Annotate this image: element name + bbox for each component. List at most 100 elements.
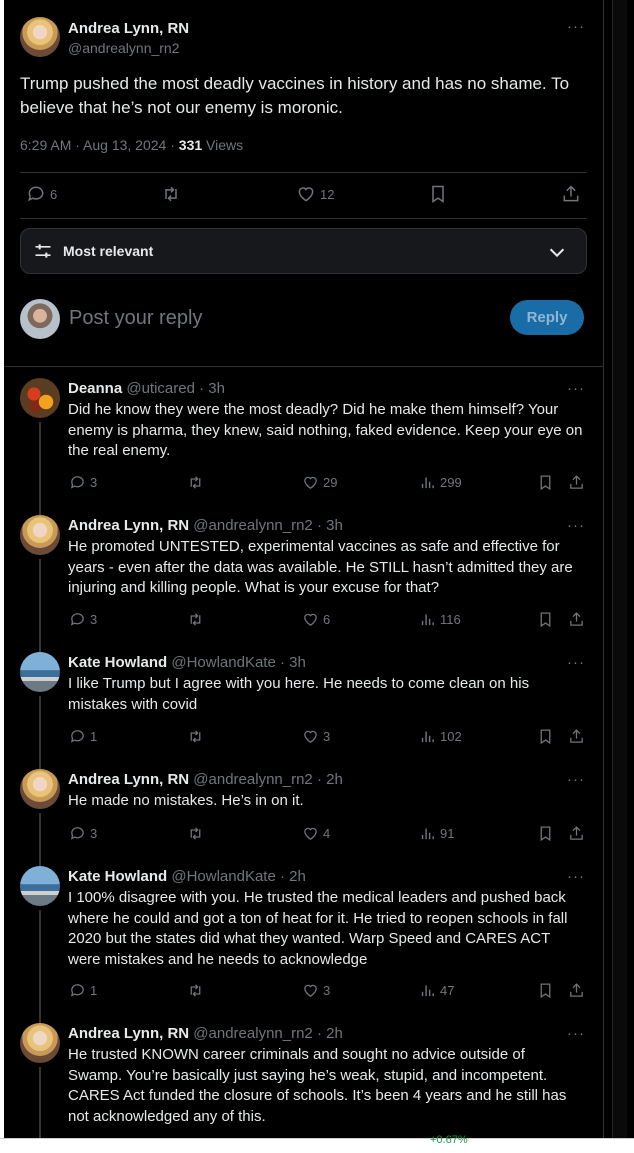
reply-button[interactable]: 3 xyxy=(69,474,97,491)
retweet-button[interactable] xyxy=(187,825,204,842)
more-options-icon[interactable]: ··· xyxy=(567,517,585,534)
reply-count: 6 xyxy=(50,186,58,202)
bookmark-button[interactable] xyxy=(537,728,554,745)
reply-button[interactable]: 3 xyxy=(69,611,97,628)
reply-button[interactable]: 1 xyxy=(69,728,97,745)
reply-avatar[interactable] xyxy=(20,652,60,692)
author-name[interactable]: Andrea Lynn, RN xyxy=(68,20,189,37)
views-button[interactable]: 116 xyxy=(419,611,461,628)
divider xyxy=(4,366,603,367)
share-button[interactable] xyxy=(568,825,585,842)
like-button[interactable]: 4 xyxy=(302,825,330,842)
current-user-avatar xyxy=(20,299,60,339)
retweet-button[interactable] xyxy=(161,184,181,204)
reply-text: Did he know they were the most deadly? D… xyxy=(68,401,583,459)
reply-avatar[interactable] xyxy=(20,866,60,906)
bookmark-button[interactable] xyxy=(537,474,554,491)
reply-author-name[interactable]: Andrea Lynn, RN xyxy=(68,1025,189,1042)
reply-timestamp[interactable]: · 2h xyxy=(317,771,343,788)
heart-icon xyxy=(304,730,317,743)
reply-author-name[interactable]: Kate Howland xyxy=(68,868,167,885)
reply-button[interactable]: 3 xyxy=(69,825,97,842)
reply-submit-button[interactable]: Reply xyxy=(510,300,584,335)
views-button[interactable]: 47 xyxy=(419,982,454,999)
more-options-icon[interactable]: ··· xyxy=(567,868,585,885)
reply-icon xyxy=(70,827,84,840)
reply-timestamp[interactable]: · 3h xyxy=(317,517,343,534)
tweet-metadata: 6:29 AM · Aug 13, 2024 · 331 Views xyxy=(20,137,243,153)
reply-author-handle[interactable]: @HowlandKate xyxy=(171,868,275,885)
reply-timestamp[interactable]: · 3h xyxy=(280,654,306,671)
reply-author-name[interactable]: Andrea Lynn, RN xyxy=(68,771,189,788)
retweet-icon xyxy=(190,827,201,840)
retweet-button[interactable] xyxy=(187,982,204,999)
reply-timestamp[interactable]: · 2h xyxy=(280,868,306,885)
more-options-icon[interactable]: ··· xyxy=(567,654,585,671)
retweet-button[interactable] xyxy=(187,474,204,491)
views-button[interactable]: 102 xyxy=(419,728,462,745)
bookmark-button[interactable] xyxy=(537,825,554,842)
reply-author-handle[interactable]: @uticared xyxy=(126,380,195,397)
like-button[interactable]: 29 xyxy=(302,474,337,491)
divider xyxy=(20,218,587,219)
heart-icon xyxy=(304,827,317,840)
bookmark-icon xyxy=(432,185,444,203)
share-button[interactable] xyxy=(568,982,585,999)
views-button[interactable]: 299 xyxy=(419,474,462,491)
reply-avatar[interactable] xyxy=(20,1023,60,1063)
views-button[interactable]: 91 xyxy=(419,825,454,842)
bookmark-button[interactable] xyxy=(537,611,554,628)
divider xyxy=(20,172,587,173)
like-button[interactable]: 6 xyxy=(302,611,330,628)
more-options-icon[interactable]: ··· xyxy=(567,771,585,788)
reply-timestamp[interactable]: · 2h xyxy=(317,1025,343,1042)
reply-author-name[interactable]: Andrea Lynn, RN xyxy=(68,517,189,534)
reply-avatar[interactable] xyxy=(20,515,60,555)
reply-header: Deanna @uticared · 3h xyxy=(68,380,225,397)
share-button[interactable] xyxy=(568,728,585,745)
tweet-timestamp[interactable]: 6:29 AM · Aug 13, 2024 · xyxy=(20,137,179,153)
retweet-button[interactable] xyxy=(187,728,204,745)
views-count: 91 xyxy=(440,826,455,841)
reply-count: 1 xyxy=(90,729,98,744)
author-handle[interactable]: @andrealynn_rn2 xyxy=(68,40,180,56)
reply-input[interactable]: Post your reply xyxy=(69,307,202,330)
like-button[interactable]: 3 xyxy=(302,982,330,999)
sort-replies-dropdown[interactable]: Most relevant xyxy=(20,228,587,274)
reply-author-handle[interactable]: @andrealynn_rn2 xyxy=(193,517,312,534)
reply-avatar[interactable] xyxy=(20,378,60,418)
main-action-bar: 6 12 xyxy=(4,184,603,214)
share-button[interactable] xyxy=(568,611,585,628)
reply-button[interactable]: 1 xyxy=(69,982,97,999)
author-avatar[interactable] xyxy=(20,17,60,57)
more-options-icon[interactable]: ··· xyxy=(567,18,585,35)
like-count: 29 xyxy=(323,475,338,490)
reply-button[interactable]: 6 xyxy=(26,184,57,204)
like-button[interactable]: 12 xyxy=(296,184,334,204)
retweet-button[interactable] xyxy=(187,611,204,628)
more-options-icon[interactable]: ··· xyxy=(567,380,585,397)
reply-avatar[interactable] xyxy=(20,769,60,809)
reply-author-name[interactable]: Kate Howland xyxy=(68,654,167,671)
reply-author-handle[interactable]: @andrealynn_rn2 xyxy=(193,1025,312,1042)
reply-author-name[interactable]: Deanna xyxy=(68,380,122,397)
reply-text: He made no mistakes. He’s in on it. xyxy=(68,792,304,809)
share-button[interactable] xyxy=(561,184,581,204)
reply-icon xyxy=(70,984,84,997)
reply-author-handle[interactable]: @andrealynn_rn2 xyxy=(193,771,312,788)
retweet-icon xyxy=(190,730,201,743)
like-button[interactable]: 3 xyxy=(302,728,330,745)
bookmark-button[interactable] xyxy=(537,982,554,999)
views-count: 47 xyxy=(440,983,455,998)
bookmark-button[interactable] xyxy=(428,184,448,204)
reply-count: 3 xyxy=(90,826,98,841)
retweet-icon xyxy=(190,613,201,626)
views-chart-icon xyxy=(421,614,434,626)
reply-count: 1 xyxy=(90,983,98,998)
views-chart-icon xyxy=(421,985,434,997)
share-button[interactable] xyxy=(568,474,585,491)
reply-author-handle[interactable]: @HowlandKate xyxy=(171,654,275,671)
reply-timestamp[interactable]: · 3h xyxy=(199,380,225,397)
heart-icon xyxy=(304,613,317,626)
more-options-icon[interactable]: ··· xyxy=(567,1025,585,1042)
